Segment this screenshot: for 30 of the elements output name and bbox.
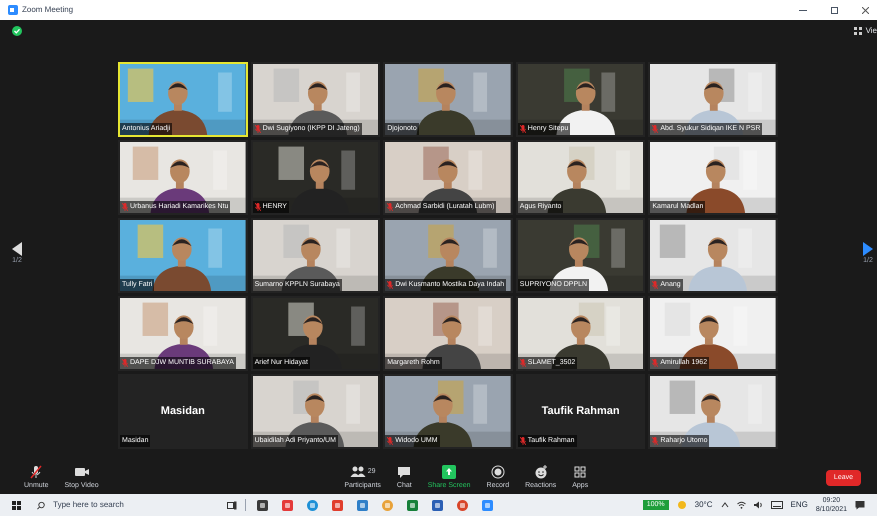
share-screen-icon (442, 464, 456, 479)
close-icon[interactable] (862, 6, 869, 14)
windows-start-icon[interactable] (12, 500, 21, 510)
smiley-icon (534, 464, 548, 479)
search-icon (37, 500, 46, 510)
weather-text[interactable]: 30°C (694, 499, 712, 511)
participant-name: Taufik Rahman (542, 404, 620, 420)
speaker-icon[interactable] (754, 501, 762, 509)
keyboard-icon[interactable] (770, 501, 782, 509)
muted-mic-icon (29, 464, 44, 479)
app-icon[interactable] (407, 500, 418, 510)
task-view-icon[interactable] (227, 500, 237, 510)
window-title: Zoom Meeting (22, 4, 74, 16)
zoom-logo-icon (8, 5, 18, 15)
record-icon (490, 464, 505, 479)
chat-bubble-icon (397, 464, 412, 479)
participants-icon (350, 464, 366, 479)
language-indicator[interactable]: ENG (790, 499, 808, 511)
chevron-up-icon[interactable] (720, 502, 728, 508)
search-field[interactable]: Type here to search (53, 499, 211, 511)
apps-grid-icon (573, 464, 588, 479)
grid-view-icon (854, 27, 862, 35)
app-icon[interactable] (257, 500, 268, 510)
participant-name: Masidan (160, 404, 205, 420)
view-button[interactable]: Vie (854, 25, 877, 37)
sun-icon (676, 500, 687, 510)
wifi-icon[interactable] (736, 501, 746, 509)
notification-icon[interactable] (855, 500, 865, 510)
maximize-icon[interactable] (831, 6, 838, 14)
app-icon[interactable] (432, 500, 443, 510)
